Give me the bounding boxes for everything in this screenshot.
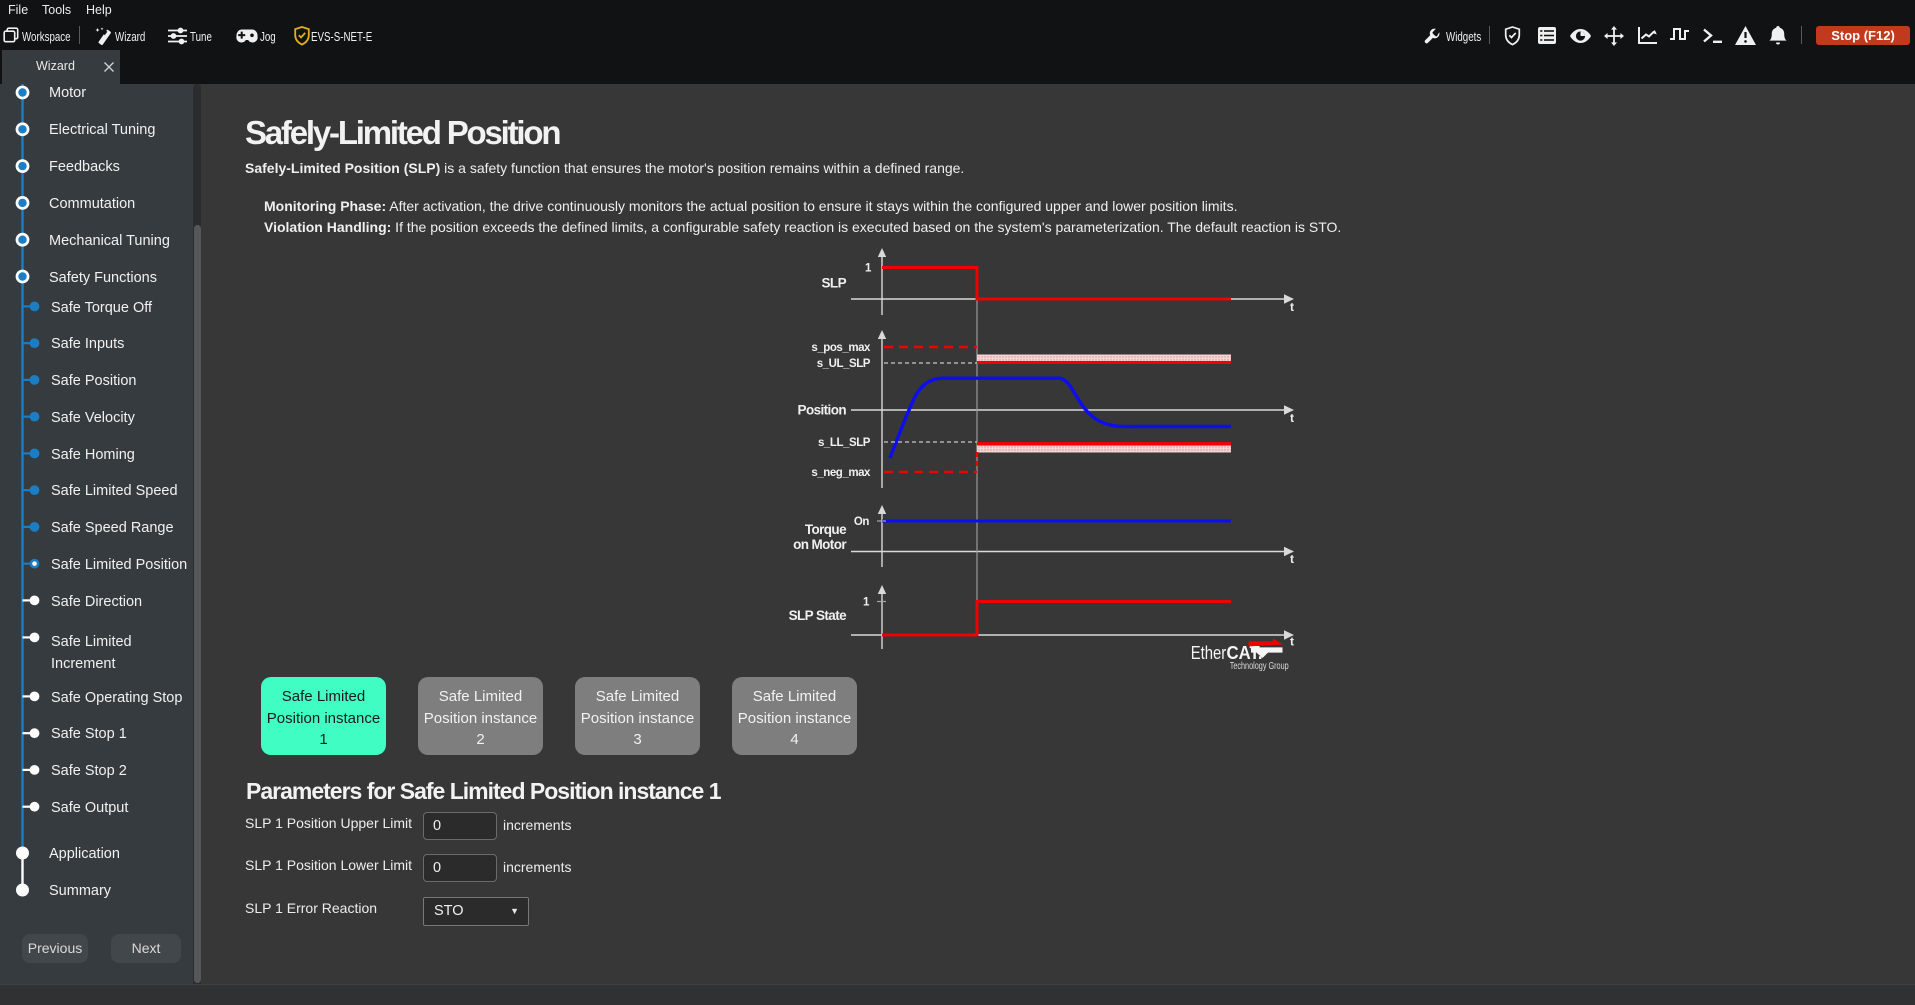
- svg-text:t: t: [1290, 411, 1294, 425]
- svg-text:t: t: [1290, 552, 1294, 566]
- svg-text:Position: Position: [798, 403, 847, 418]
- svg-text:On: On: [854, 516, 869, 528]
- svg-text:Technology Group: Technology Group: [1230, 661, 1289, 672]
- svg-text:1: 1: [865, 263, 872, 275]
- svg-text:Ether: Ether: [1191, 643, 1227, 663]
- svg-text:1: 1: [863, 597, 870, 609]
- svg-text:s_pos_max: s_pos_max: [811, 342, 871, 354]
- svg-text:on Motor: on Motor: [793, 537, 847, 552]
- svg-text:s_LL_SLP: s_LL_SLP: [818, 437, 871, 449]
- svg-text:SLP State: SLP State: [789, 608, 847, 623]
- svg-text:Torque: Torque: [805, 522, 847, 537]
- svg-text:s_UL_SLP: s_UL_SLP: [817, 358, 871, 370]
- svg-text:t: t: [1290, 300, 1294, 314]
- svg-text:t: t: [1290, 635, 1294, 649]
- svg-text:s_neg_max: s_neg_max: [811, 467, 871, 479]
- svg-text:SLP: SLP: [822, 276, 847, 291]
